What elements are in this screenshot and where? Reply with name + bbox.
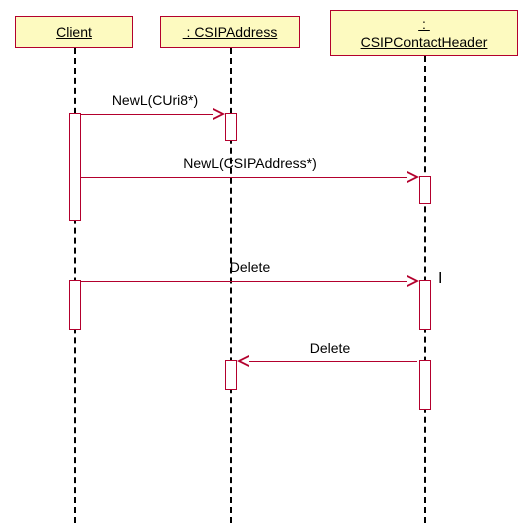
message-3-arrow	[407, 275, 419, 287]
participant-client: Client	[15, 16, 133, 48]
message-4-line	[239, 361, 417, 362]
activation-csipcontactheader-2	[419, 280, 431, 330]
participant-client-label: Client	[56, 24, 92, 40]
cursor-icon: I	[438, 270, 442, 288]
message-3-label: Delete	[200, 259, 300, 275]
participant-csipcontactheader: : CSIPContactHeader	[330, 10, 518, 56]
activation-csipcontactheader-3	[419, 360, 431, 410]
activation-csipcontactheader-1	[419, 176, 431, 204]
participant-csipaddress-label: : CSIPAddress	[183, 24, 278, 40]
participant-csipaddress: : CSIPAddress	[160, 16, 300, 48]
participant-csipcontactheader-label: : CSIPContactHeader	[361, 16, 488, 50]
message-1-arrow	[213, 108, 225, 120]
sequence-diagram: Client : CSIPAddress : CSIPContactHeader…	[0, 0, 526, 530]
message-4-label: Delete	[280, 340, 380, 356]
message-3-line	[81, 281, 417, 282]
message-2-label: NewL(CSIPAddress*)	[150, 155, 350, 171]
message-1-line	[81, 114, 223, 115]
message-1-label: NewL(CUri8*)	[90, 92, 220, 108]
message-4-arrow	[237, 355, 249, 367]
message-2-line	[81, 177, 417, 178]
message-2-arrow	[407, 171, 419, 183]
activation-client-2	[69, 280, 81, 330]
activation-csipaddress-2	[225, 360, 237, 390]
activation-csipaddress-1	[225, 113, 237, 141]
activation-client-1	[69, 113, 81, 221]
